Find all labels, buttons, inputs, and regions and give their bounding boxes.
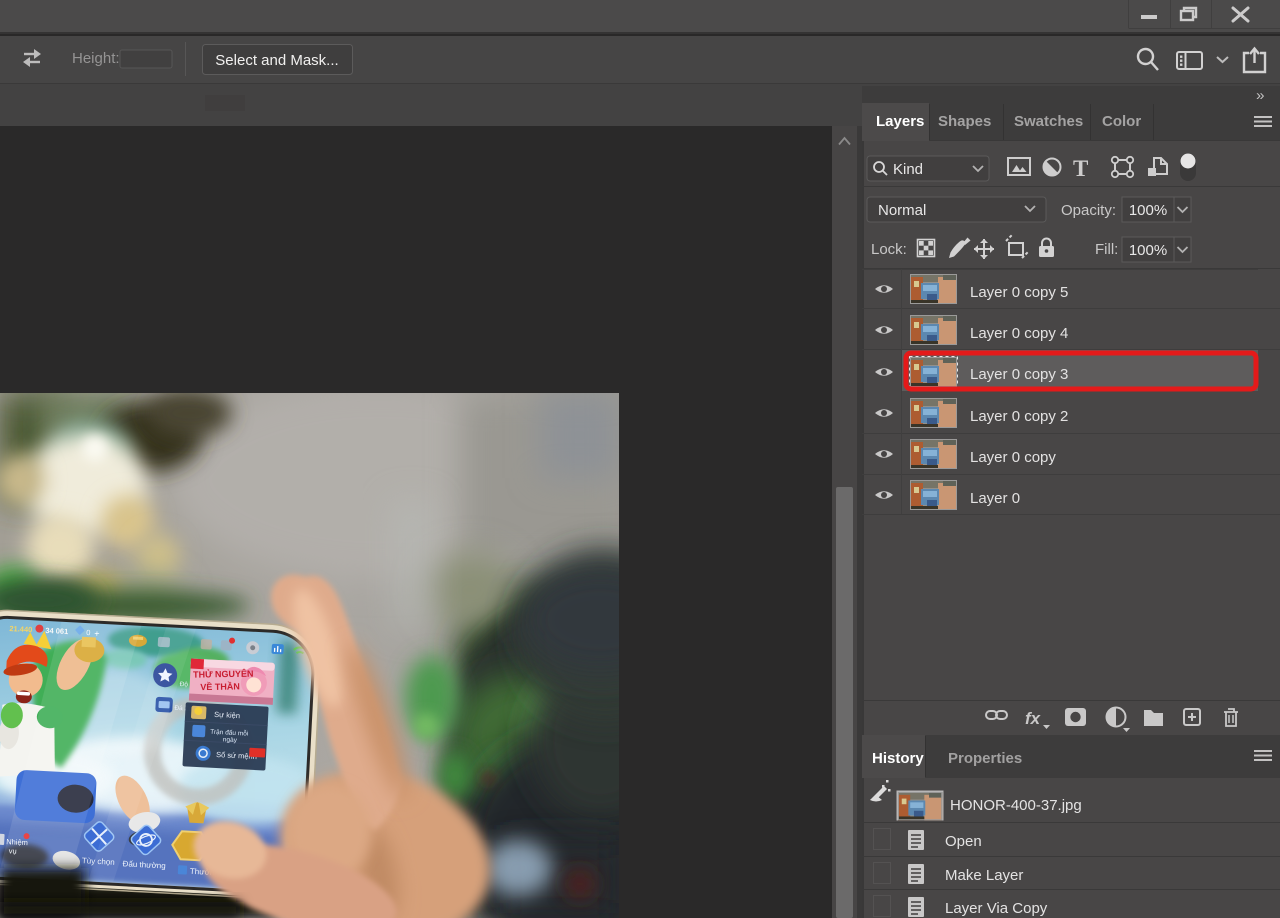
svg-text:Layer 0: Layer 0 (970, 490, 1020, 507)
svg-text:fx: fx (1025, 709, 1042, 728)
svg-text:T: T (1073, 156, 1088, 181)
svg-text:Layers: Layers (876, 113, 924, 130)
svg-text:100%: 100% (1129, 202, 1167, 219)
svg-text:Open: Open (945, 833, 982, 850)
svg-text:100%: 100% (1129, 242, 1167, 259)
svg-text:Lock:: Lock: (871, 241, 907, 258)
svg-text:21.440: 21.440 (9, 624, 32, 634)
svg-text:Layer 0 copy 3: Layer 0 copy 3 (970, 366, 1068, 383)
svg-text:Opacity:: Opacity: (1061, 202, 1116, 219)
svg-text:HONOR-400-37.jpg: HONOR-400-37.jpg (950, 797, 1082, 814)
svg-text:Layer 0 copy 4: Layer 0 copy 4 (970, 325, 1068, 342)
svg-text:Shapes: Shapes (938, 113, 991, 130)
svg-text:Layer 0 copy 5: Layer 0 copy 5 (970, 284, 1068, 301)
svg-text:Sự kiện: Sự kiện (214, 710, 240, 720)
svg-text:Layer 0 copy 2: Layer 0 copy 2 (970, 408, 1068, 425)
svg-text:Kind: Kind (893, 161, 923, 178)
svg-text:Layer Via Copy: Layer Via Copy (945, 900, 1048, 917)
svg-text:Fill:: Fill: (1095, 241, 1118, 258)
svg-text:ngày: ngày (223, 736, 238, 744)
svg-text:Color: Color (1102, 113, 1141, 130)
svg-text:Độ: Độ (180, 681, 189, 688)
svg-text:VỀ THẦN: VỀ THẦN (200, 681, 240, 692)
svg-text:Select and Mask...: Select and Mask... (215, 52, 338, 69)
svg-text:Layer 0 copy: Layer 0 copy (970, 449, 1056, 466)
svg-text:Properties: Properties (948, 750, 1022, 767)
svg-text:Make Layer: Make Layer (945, 867, 1023, 884)
svg-text:Normal: Normal (878, 202, 926, 219)
svg-text:THỬ NGUYÊN: THỬ NGUYÊN (193, 668, 254, 680)
svg-text:History: History (872, 750, 924, 767)
svg-text:Swatches: Swatches (1014, 113, 1083, 130)
svg-text:Height:: Height: (72, 50, 120, 67)
